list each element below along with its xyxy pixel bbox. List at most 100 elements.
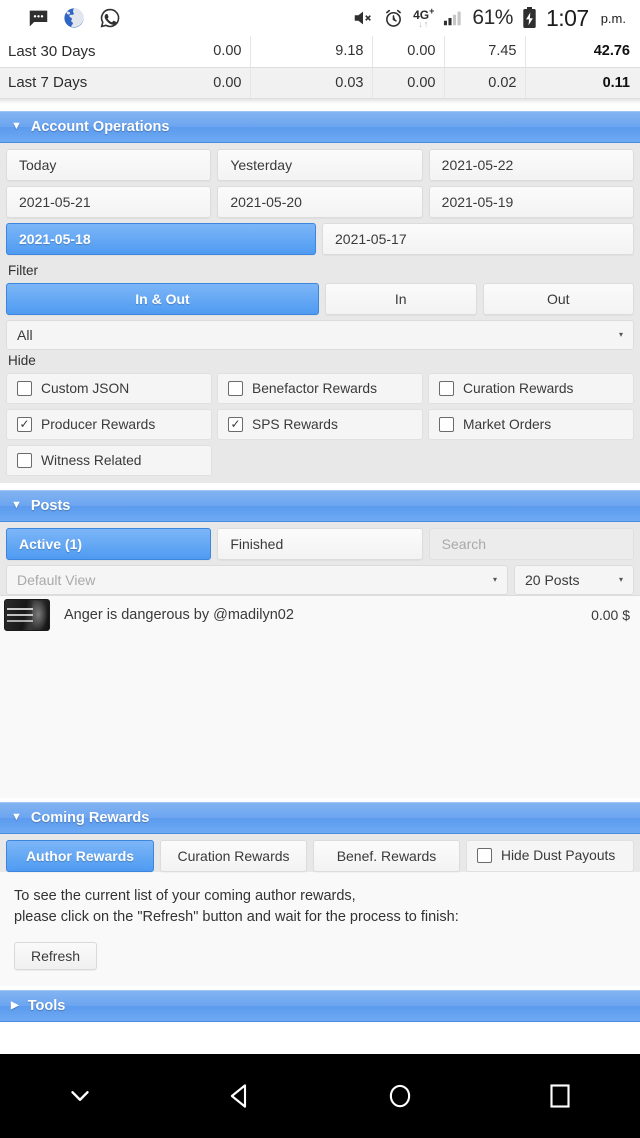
account-operations-body: Today Yesterday 2021-05-22 2021-05-21 20… <box>0 142 640 483</box>
operation-type-value: All <box>17 326 33 343</box>
checkbox-witness-related[interactable]: Witness Related <box>6 444 212 476</box>
instruction-line-2: please click on the "Refresh" button and… <box>14 908 459 925</box>
checkbox-market-orders[interactable]: Market Orders <box>428 408 634 440</box>
android-navigation-bar <box>0 1054 640 1138</box>
posts-search-input[interactable]: Search <box>428 527 634 560</box>
spacer <box>0 103 640 111</box>
refresh-button-wrap: Refresh <box>0 927 640 986</box>
row-value-4: 7.45 <box>444 36 526 68</box>
posts-count-value: 20 Posts <box>525 571 580 588</box>
checkbox-box <box>439 416 454 432</box>
refresh-button[interactable]: Refresh <box>14 941 98 970</box>
checkbox-label: Curation Rewards <box>463 380 574 396</box>
checkbox-producer-rewards[interactable]: ✓ Producer Rewards <box>6 408 212 440</box>
checkbox-custom-json[interactable]: Custom JSON <box>6 372 212 404</box>
list-item[interactable]: Anger is dangerous by @madilyn02 0.00 $ <box>0 596 640 634</box>
chevron-down-icon: ▾ <box>618 575 623 584</box>
chevron-down-icon: ▾ <box>618 330 623 339</box>
clock-meridiem: p.m. <box>600 10 626 26</box>
checkbox-row-spacer <box>428 445 634 476</box>
status-bar-system: 4G+ ↓↑ 61% 1:07 p.m. <box>352 5 630 32</box>
section-header-tools[interactable]: ▶ Tools <box>0 989 640 1022</box>
tab-active-posts[interactable]: Active (1) <box>6 527 212 560</box>
back-icon[interactable] <box>160 1081 320 1111</box>
table-row: Last 7 Days 0.00 0.03 0.00 0.02 0.11 <box>0 67 640 99</box>
date-button-2021-05-19[interactable]: 2021-05-19 <box>428 185 634 218</box>
battery-charging-icon <box>522 7 537 29</box>
posts-select-row: Default View ▾ 20 Posts ▾ <box>6 564 634 595</box>
data-traffic-arrows: ↓↑ <box>418 19 430 29</box>
checkbox-curation-rewards[interactable]: Curation Rewards <box>428 372 634 404</box>
hide-label: Hide <box>8 352 36 368</box>
browser-globe-icon <box>63 7 85 29</box>
hide-checkbox-row-1: Custom JSON Benefactor Rewards Curation … <box>6 372 634 404</box>
row-label: Last 7 Days <box>0 67 126 99</box>
network-type-plus: + <box>429 6 435 16</box>
date-button-2021-05-18[interactable]: 2021-05-18 <box>6 222 316 255</box>
checkbox-benefactor-rewards[interactable]: Benefactor Rewards <box>217 372 423 404</box>
date-button-row-2: 2021-05-21 2021-05-20 2021-05-19 <box>6 185 634 218</box>
row-value-4: 0.02 <box>444 67 526 99</box>
posts-view-select[interactable]: Default View ▾ <box>6 564 508 595</box>
operation-type-select[interactable]: All ▾ <box>6 319 634 350</box>
checkbox-hide-dust-payouts[interactable]: Hide Dust Payouts <box>466 839 634 872</box>
tab-benef-rewards[interactable]: Benef. Rewards <box>313 839 460 872</box>
posts-body: Active (1) Finished Search Default View … <box>0 521 640 595</box>
checkbox-label: Benefactor Rewards <box>252 380 378 396</box>
posts-empty-area <box>0 633 640 798</box>
status-bar-notifications <box>10 7 121 29</box>
date-button-2021-05-20[interactable]: 2021-05-20 <box>217 185 423 218</box>
clock-time: 1:07 <box>545 4 589 31</box>
tab-author-rewards[interactable]: Author Rewards <box>6 839 154 872</box>
checkbox-label: Hide Dust Payouts <box>501 848 616 863</box>
date-button-2021-05-17[interactable]: 2021-05-17 <box>322 222 634 255</box>
row-value-2: 0.03 <box>250 67 373 99</box>
row-total: 42.76 <box>525 36 640 68</box>
tab-curation-rewards[interactable]: Curation Rewards <box>160 839 307 872</box>
tab-finished-posts[interactable]: Finished <box>217 527 423 560</box>
posts-count-select[interactable]: 20 Posts ▾ <box>514 564 634 595</box>
posts-list: Anger is dangerous by @madilyn02 0.00 $ <box>0 594 640 634</box>
status-bar: 4G+ ↓↑ 61% 1:07 p.m. <box>0 0 640 36</box>
home-icon[interactable] <box>320 1081 480 1111</box>
checkbox-row-spacer <box>217 445 423 476</box>
row-value-3: 0.00 <box>372 36 445 68</box>
checkbox-box <box>17 452 32 468</box>
section-header-coming-rewards[interactable]: ▼ Coming Rewards <box>0 801 640 834</box>
posts-view-value: Default View <box>17 571 96 588</box>
direction-tab-row: In & Out In Out <box>6 282 634 315</box>
table-row: Last 30 Days 0.00 9.18 0.00 7.45 42.76 <box>0 36 640 68</box>
section-title: Tools <box>27 997 66 1014</box>
row-value-1: 0.00 <box>126 67 251 99</box>
checkbox-sps-rewards[interactable]: ✓ SPS Rewards <box>217 408 423 440</box>
alarm-clock-icon <box>383 8 404 29</box>
checkbox-box <box>439 380 454 396</box>
row-value-1: 0.00 <box>126 36 251 68</box>
chevron-down-icon: ▾ <box>492 575 497 584</box>
date-button-2021-05-22[interactable]: 2021-05-22 <box>428 148 634 181</box>
messages-icon <box>28 8 49 29</box>
date-button-today[interactable]: Today <box>6 148 212 181</box>
battery-percent-label: 61% <box>472 6 513 29</box>
row-value-3: 0.00 <box>372 67 445 99</box>
checkbox-label: Market Orders <box>463 416 552 432</box>
section-header-posts[interactable]: ▼ Posts <box>0 489 640 522</box>
tab-out[interactable]: Out <box>482 282 634 315</box>
recents-icon[interactable] <box>480 1081 640 1111</box>
keyboard-hide-icon[interactable] <box>0 1081 160 1111</box>
account-summary-table: Last 30 Days 0.00 9.18 0.00 7.45 42.76 L… <box>0 36 640 99</box>
signal-bars-icon <box>443 9 463 27</box>
coming-rewards-instructions: To see the current list of your coming a… <box>0 871 640 928</box>
checkbox-label: SPS Rewards <box>252 416 338 432</box>
date-button-2021-05-21[interactable]: 2021-05-21 <box>6 185 212 218</box>
checkbox-label: Producer Rewards <box>41 416 156 432</box>
tab-in-and-out[interactable]: In & Out <box>6 282 319 315</box>
section-title: Coming Rewards <box>30 809 150 826</box>
chevron-down-icon: ▼ <box>11 120 22 132</box>
filter-label: Filter <box>8 262 38 278</box>
whatsapp-icon <box>99 7 121 29</box>
tab-in[interactable]: In <box>325 282 477 315</box>
section-header-account-operations[interactable]: ▼ Account Operations <box>0 110 640 143</box>
date-button-yesterday[interactable]: Yesterday <box>217 148 423 181</box>
chevron-down-icon: ▼ <box>11 499 22 511</box>
